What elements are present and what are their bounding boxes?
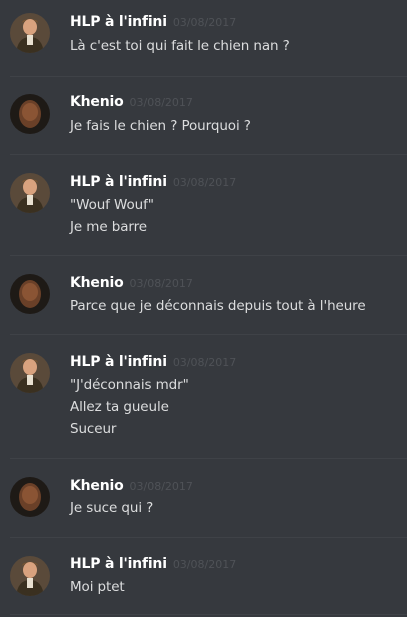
message-header: Khenio 03/08/2017	[70, 478, 193, 498]
timestamp: 03/08/2017	[129, 96, 193, 109]
message-header: HLP à l'infini 03/08/2017	[70, 14, 236, 34]
author-name[interactable]: Khenio	[70, 478, 124, 494]
chat-log: HLP à l'infini 03/08/2017 Là c'est toi q…	[0, 0, 407, 617]
timestamp: 03/08/2017	[172, 356, 237, 369]
message-text: Suceur	[70, 421, 117, 437]
timestamp: 03/08/2017	[172, 176, 237, 189]
author-name[interactable]: Khenio	[70, 275, 124, 291]
message-text: Allez ta gueule	[70, 399, 169, 415]
message-header: HLP à l'infini 03/08/2017	[70, 174, 236, 194]
message-header: HLP à l'infini 03/08/2017	[70, 354, 236, 374]
message-divider	[10, 537, 407, 538]
author-name[interactable]: HLP à l'infini	[70, 556, 167, 572]
message-header: HLP à l'infini 03/08/2017	[70, 556, 236, 576]
timestamp: 03/08/2017	[172, 558, 237, 571]
timestamp: 03/08/2017	[172, 16, 237, 29]
khenio-avatar[interactable]	[10, 477, 50, 517]
author-name[interactable]: HLP à l'infini	[70, 354, 167, 370]
message-divider	[10, 76, 407, 77]
author-name[interactable]: HLP à l'infini	[70, 174, 167, 190]
timestamp: 03/08/2017	[129, 480, 193, 493]
message-text: Je me barre	[70, 219, 147, 235]
message-text: "Wouf Wouf"	[70, 197, 154, 213]
message-divider	[10, 334, 407, 335]
message-divider	[10, 154, 407, 155]
hlp-avatar[interactable]	[10, 556, 50, 596]
khenio-avatar[interactable]	[10, 274, 50, 314]
author-name[interactable]: Khenio	[70, 94, 124, 110]
message-text: Parce que je déconnais depuis tout à l'h…	[70, 298, 366, 314]
message-divider	[10, 614, 407, 615]
message-text: "J'déconnais mdr"	[70, 377, 189, 393]
hlp-avatar[interactable]	[10, 353, 50, 393]
message-text: Je suce qui ?	[70, 500, 154, 516]
message-divider	[10, 458, 407, 459]
message-text: Moi ptet	[70, 579, 125, 595]
message-header: Khenio 03/08/2017	[70, 275, 193, 295]
message-text: Là c'est toi qui fait le chien nan ?	[70, 38, 290, 54]
author-name[interactable]: HLP à l'infini	[70, 14, 167, 30]
khenio-avatar[interactable]	[10, 94, 50, 134]
message-header: Khenio 03/08/2017	[70, 94, 193, 114]
message-divider	[10, 255, 407, 256]
message-text: Je fais le chien ? Pourquoi ?	[70, 118, 251, 134]
hlp-avatar[interactable]	[10, 13, 50, 53]
timestamp: 03/08/2017	[129, 277, 193, 290]
hlp-avatar[interactable]	[10, 173, 50, 213]
